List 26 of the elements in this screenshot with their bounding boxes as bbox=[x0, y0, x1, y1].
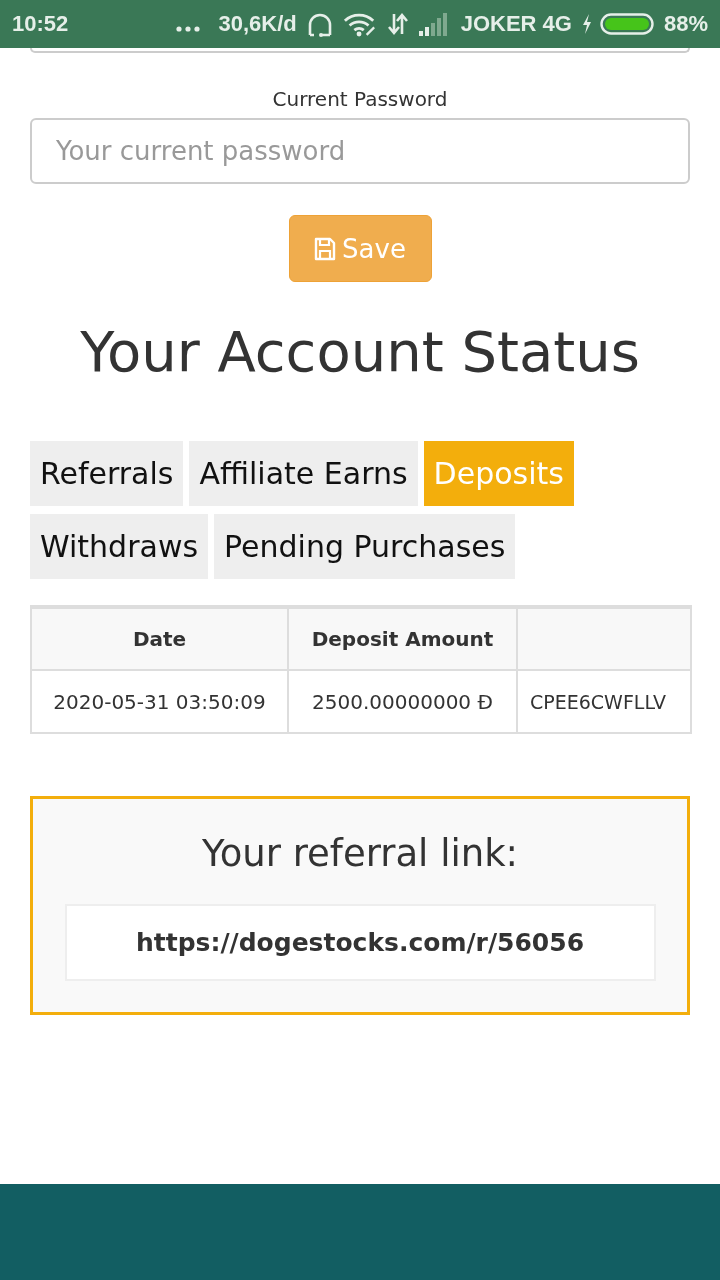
tab[interactable]: Affiliate Earns bbox=[189, 441, 418, 506]
table-cell: 2500.00000000 Đ bbox=[288, 670, 517, 733]
column-header: Date bbox=[31, 607, 288, 670]
input-field[interactable] bbox=[30, 48, 690, 53]
dots-icon bbox=[176, 26, 201, 32]
wifi-icon bbox=[342, 11, 377, 37]
tab[interactable]: Referrals bbox=[30, 441, 184, 506]
save-icon bbox=[314, 236, 337, 261]
table-cell: CPEE6CWFLLV bbox=[517, 670, 691, 733]
network-speed: 30,6K/d bbox=[218, 11, 297, 37]
data-arrows-icon bbox=[386, 12, 409, 36]
referral-title: Your referral link: bbox=[201, 831, 519, 877]
table-cell: 2020-05-31 03:50:09 bbox=[31, 670, 288, 733]
battery-percent: 88% bbox=[663, 11, 708, 37]
column-header: Deposit Amount bbox=[288, 607, 517, 670]
battery-icon bbox=[599, 13, 654, 35]
password-field[interactable]: Your current password bbox=[30, 118, 690, 184]
headphones-icon bbox=[306, 11, 333, 37]
tab[interactable]: Pending Purchases bbox=[214, 514, 516, 579]
clock-time: 10:52 bbox=[12, 11, 69, 37]
referral-link-field[interactable]: https://dogestocks.com/r/56056 bbox=[64, 904, 656, 981]
lightning-bolt-icon bbox=[581, 14, 592, 34]
tab[interactable]: Withdraws bbox=[30, 514, 209, 579]
section-heading: Your Account Status bbox=[79, 318, 641, 386]
field-label: Current Password bbox=[271, 86, 449, 113]
carrier-name: JOKER 4G bbox=[460, 11, 572, 37]
